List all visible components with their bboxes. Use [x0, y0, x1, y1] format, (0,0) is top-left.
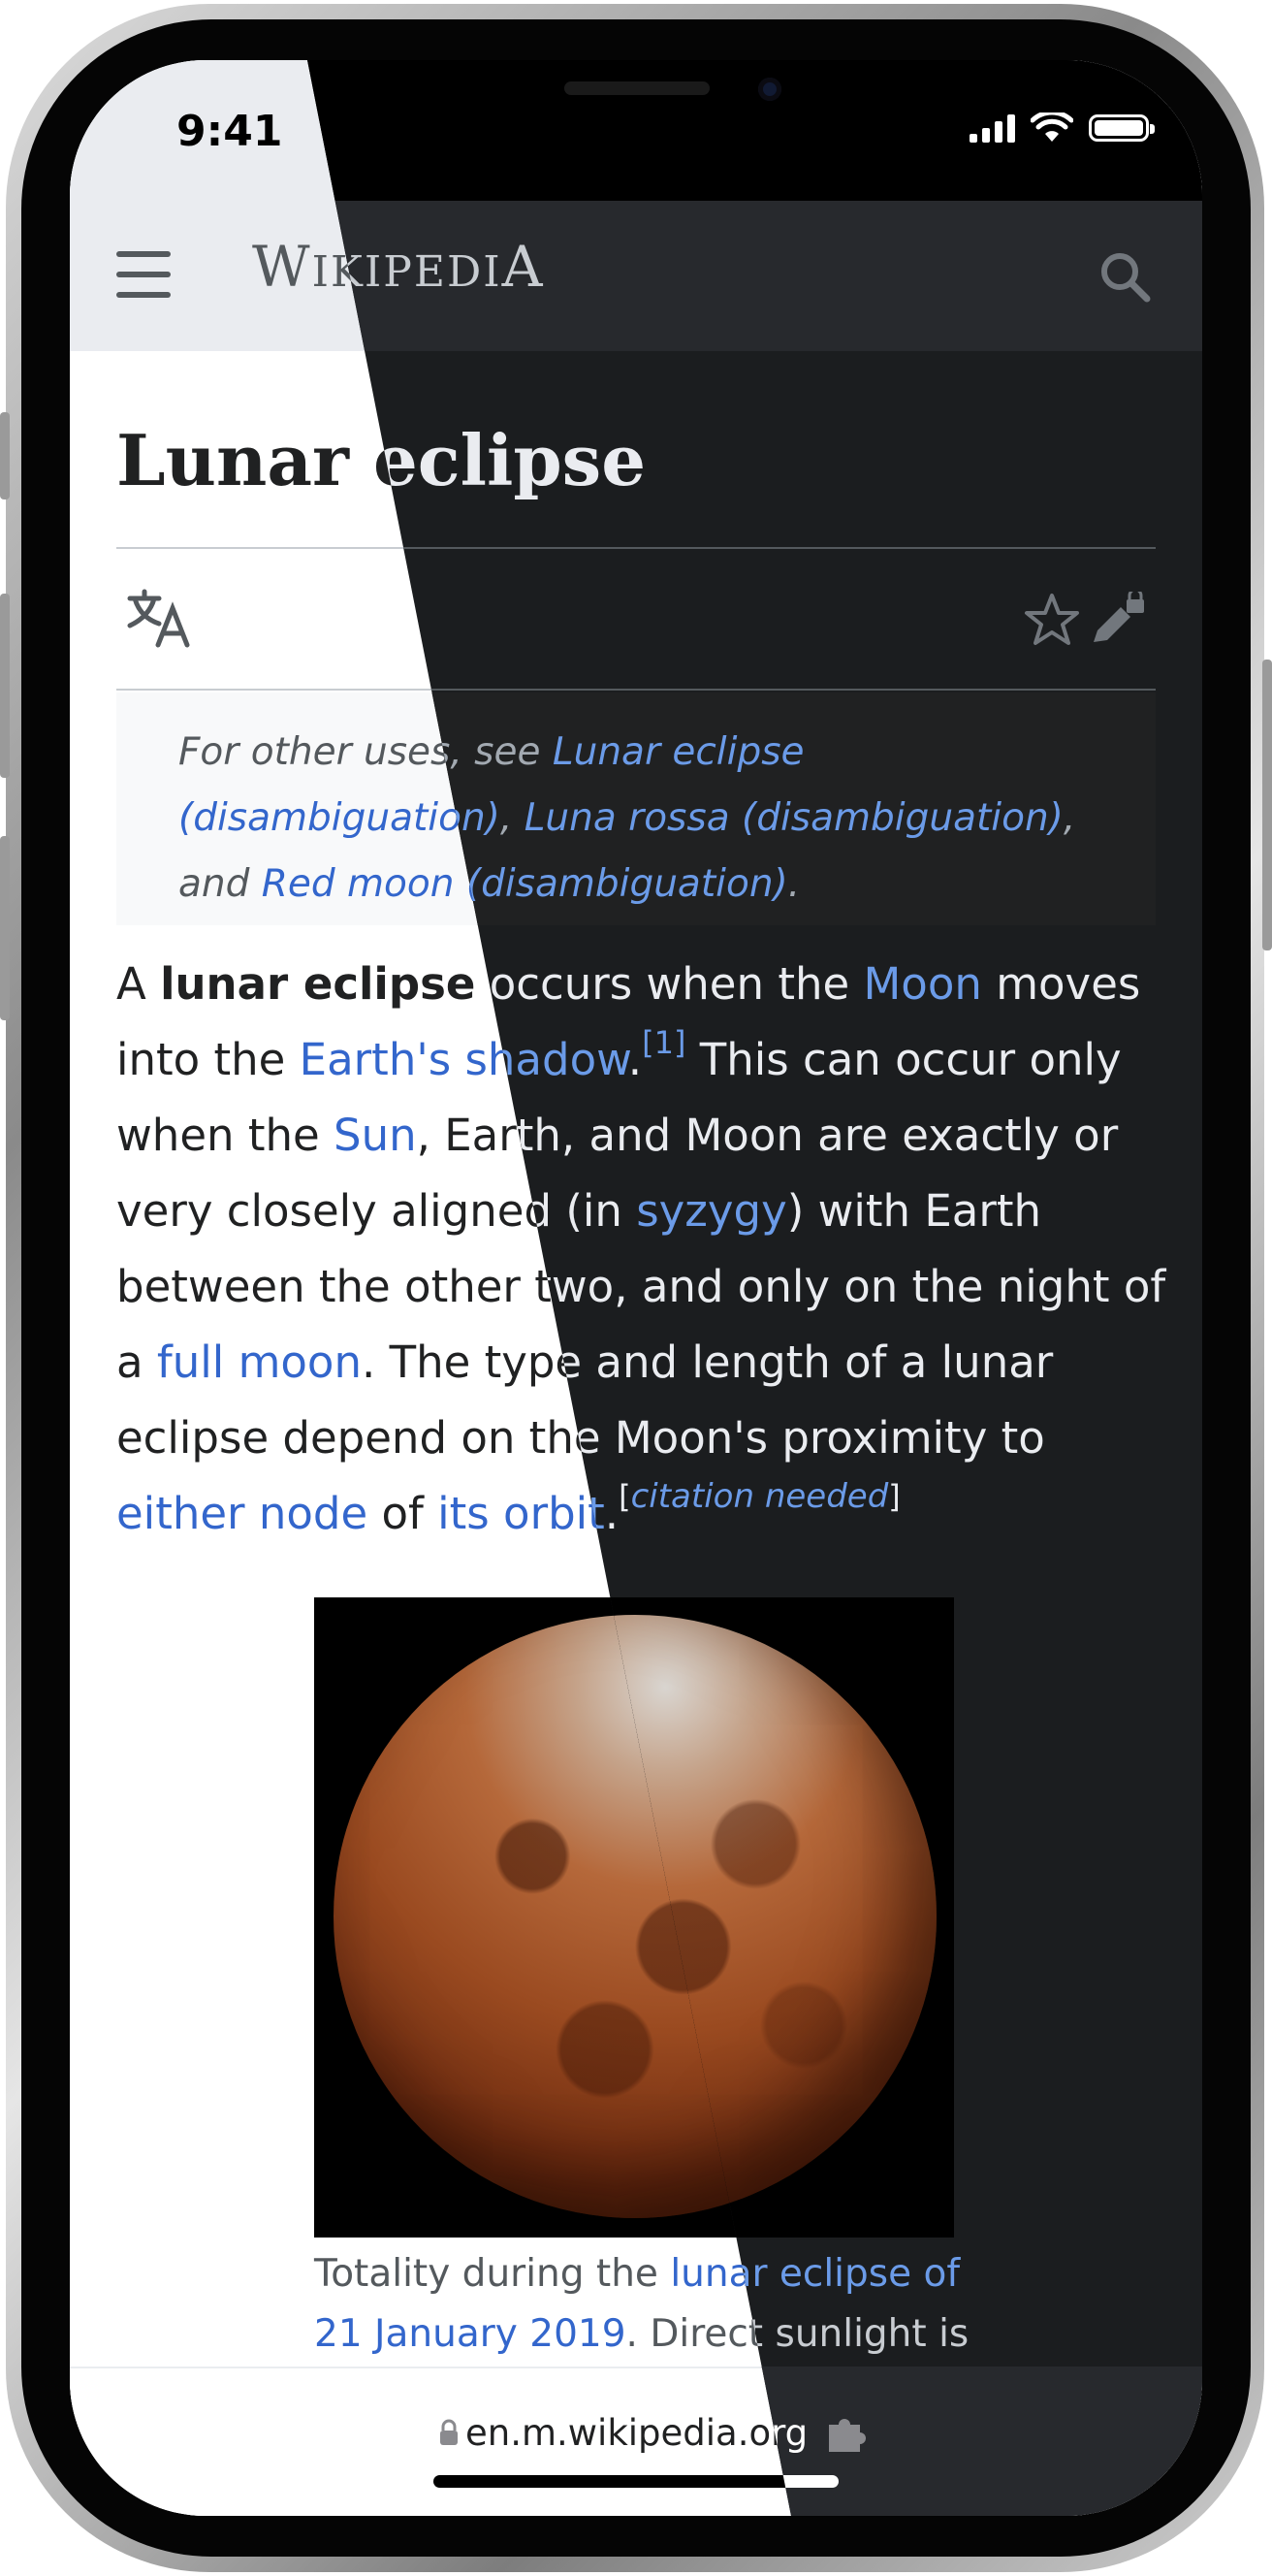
- status-icons: [970, 113, 1155, 144]
- search-icon[interactable]: [1097, 249, 1152, 304]
- side-button-left-3: [0, 836, 10, 1020]
- side-button-left-1: [0, 412, 10, 499]
- hatnote-link-luna-rossa[interactable]: Luna rossa (disambiguation): [525, 796, 1064, 840]
- citation-needed-link[interactable]: citation needed: [631, 1478, 889, 1515]
- side-button-right: [1262, 660, 1272, 950]
- link-sun[interactable]: Sun: [334, 1110, 417, 1161]
- link-syzygy[interactable]: syzygy: [636, 1185, 787, 1237]
- wifi-icon: [1031, 113, 1073, 142]
- language-icon[interactable]: [126, 589, 194, 649]
- status-time: 9:41: [176, 107, 283, 156]
- front-camera: [758, 78, 781, 101]
- url-text: en.m.wikipedia.org: [465, 2411, 809, 2454]
- reference-1[interactable]: [1]: [642, 1024, 685, 1061]
- menu-icon[interactable]: [116, 251, 171, 298]
- link-either-node[interactable]: either node: [116, 1488, 367, 1539]
- phone-screen: 9:41 WIKIPEDIA Lunar eclipse For other u…: [70, 60, 1202, 2516]
- extension-puzzle-icon[interactable]: [825, 2411, 872, 2454]
- home-indicator: [433, 2475, 839, 2488]
- watch-star-icon[interactable]: [1023, 592, 1081, 648]
- link-full-moon[interactable]: full moon: [157, 1336, 362, 1388]
- cellular-signal-icon: [970, 113, 1015, 143]
- lock-icon: [440, 2419, 458, 2445]
- edit-locked-icon[interactable]: [1088, 592, 1148, 652]
- side-button-left-2: [0, 594, 10, 778]
- earpiece-speaker: [564, 81, 710, 95]
- camera-notch: [332, 60, 940, 152]
- link-moon[interactable]: Moon: [863, 958, 981, 1010]
- battery-icon: [1089, 114, 1155, 142]
- link-its-orbit[interactable]: its orbit: [437, 1488, 605, 1539]
